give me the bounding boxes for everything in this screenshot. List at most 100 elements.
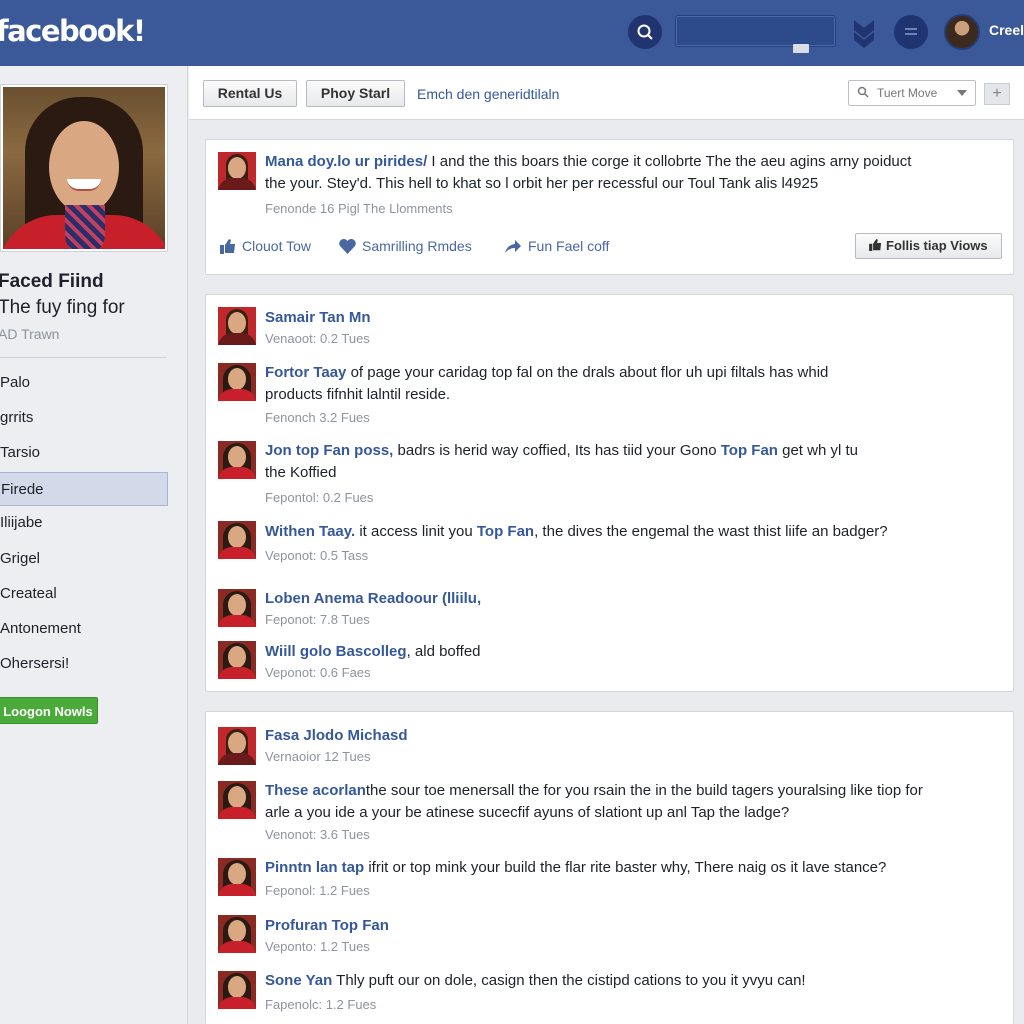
sidebar-item-createal[interactable]: Createal [0,577,168,611]
search-small-icon [857,81,869,105]
comment-body: products fifnhit lalntil reside. [265,386,451,403]
avatar[interactable] [218,915,256,953]
top-nav-bar: facebook! Creel [0,0,1024,66]
top-fan-label[interactable]: Top Fan [477,523,534,540]
phoy-starl-button[interactable]: Phoy Starl [306,80,405,107]
comment-meta: Feponot: 7.8 Tues [265,612,370,627]
comment-text: Loben Anema Readoour (lliilu, [265,588,481,610]
sort-select-value: Tuert Move [877,86,938,100]
comment-body: of page your caridag top fal on the dral… [346,364,829,381]
avatar[interactable] [218,727,256,765]
profile-photo[interactable] [0,84,168,252]
comment-body: it access linit you [355,523,477,540]
comment-body: badrs is herid way coffied, Its has tiid… [393,442,721,459]
love-action[interactable]: Samrilling Rmdes [339,238,472,254]
action-label: Samrilling Rmdes [362,238,472,254]
avatar[interactable] [218,781,256,819]
top-fan-label[interactable]: Top Fan [721,442,778,459]
comment-author[interactable]: Fasa Jlodo Michasd [265,727,408,744]
toolbar-link[interactable]: Emch den generidtilaln [417,86,559,102]
comment-meta: Veponto: 1.2 Tues [265,939,370,954]
profile-tag: AD Trawn [0,326,60,342]
post-text-line2: the your. Stey'd. This hell to khat so l… [265,175,819,192]
comment-meta: Fenonch 3.2 Fues [265,410,370,425]
sidebar-divider [0,357,167,358]
comment-author[interactable]: Loben Anema Readoour (lliilu, [265,590,481,607]
avatar[interactable] [218,521,256,559]
shield-icon[interactable] [852,16,876,50]
avatar[interactable] [218,307,256,345]
author-name[interactable]: Mana doy.lo ur pirides/ [265,153,427,170]
rental-us-button[interactable]: Rental Us [203,80,297,107]
user-name[interactable]: Creel [989,22,1024,38]
search-input[interactable] [675,15,836,47]
avatar[interactable] [218,152,256,190]
login-now-button[interactable]: Loogon Nowls [0,697,98,724]
thumbs-up-icon [869,239,882,251]
sidebar-item-palo[interactable]: Palo [0,366,168,400]
heart-icon [339,238,356,254]
comment-meta: Veponot: 0.5 Tass [265,548,369,563]
share-arrow-icon [505,239,521,253]
comment-text: Sone Yan Thly puft our on dole, casign t… [265,970,965,992]
comment-author[interactable]: Samair Tan Mn [265,309,371,326]
sidebar-item-label: Antonement [0,620,81,637]
sort-select[interactable]: Tuert Move [848,80,976,106]
comment-body: , ald boffed [406,643,481,660]
comment-author[interactable]: These acorlan [265,782,366,799]
follow-button[interactable]: Follis tiap Viows [855,233,1002,259]
sidebar-item-antonement[interactable]: Antonement [0,612,168,646]
comment-meta: Venonot: 3.6 Tues [265,827,370,842]
comment-body: the sour toe menersall the for you rsain… [365,782,923,799]
sidebar-item-grigel[interactable]: Grigel [0,542,168,576]
comment-meta: Venaoot: 0.2 Tues [265,331,370,346]
sidebar-item-label: Iliijabe [0,514,43,531]
comment-meta: Vernaoior 12 Tues [265,749,371,764]
sidebar-item-label: Grigel [0,550,41,567]
avatar[interactable] [218,971,256,1009]
logo-text: facebook! [0,14,146,48]
comment-author[interactable]: Jon top Fan poss, [265,442,393,459]
comment-meta: Feponol: 1.2 Fues [265,883,370,898]
content-toolbar: Rental Us Phoy Starl Emch den generidtil… [189,66,1024,120]
comment-text: Fortor Taay of page your caridag top fal… [265,362,965,406]
comment-author[interactable]: Withen Taay. [265,523,355,540]
comment-author[interactable]: Fortor Taay [265,364,346,381]
post-text-line1: I and the this boars thie corge it collo… [427,153,912,170]
comment-author[interactable]: Profuran Top Fan [265,917,389,934]
user-avatar[interactable] [944,14,980,50]
comments-card: Samair Tan Mn Venaoot: 0.2 Tues Fortor T… [205,294,1014,692]
avatar[interactable] [218,363,256,401]
profile-subtitle: The fuy fing for [0,297,125,318]
post-body: Mana doy.lo ur pirides/ I and the this b… [265,151,1005,195]
comment-meta: Veponot: 0.6 Faes [265,665,371,680]
facebook-logo[interactable]: facebook! [0,14,146,48]
like-action[interactable]: Clouot Tow [220,238,311,254]
globe-icon[interactable] [894,15,928,49]
comment-author[interactable]: Wiill golo Bascolleg [265,643,407,660]
profile-name[interactable]: Faced Fiind [0,271,104,293]
comment-text: Profuran Top Fan [265,915,389,937]
avatar[interactable] [218,589,256,627]
sidebar-item-tarsio[interactable]: Tarsio [0,436,168,470]
comment-text: Samair Tan Mn [265,307,371,329]
comment-author[interactable]: Pinntn lan tap [265,859,364,876]
search-dropdown-tab[interactable] [793,44,809,53]
sidebar-item-iliijabe[interactable]: Iliijabe [0,506,168,540]
avatar[interactable] [218,858,256,896]
sidebar-item-label: Palo [0,374,31,391]
share-action[interactable]: Fun Fael coff [504,238,609,254]
comments-card: Fasa Jlodo Michasd Vernaoior 12 Tues The… [205,711,1014,1024]
sidebar-item-ohersersi[interactable]: Ohersersi! [0,647,168,681]
comment-author[interactable]: Sone Yan [265,972,332,989]
add-button[interactable]: + [984,83,1010,105]
comment-text: Pinntn lan tap ifrit or top mink your bu… [265,857,995,879]
follow-button-label: Follis tiap Viows [886,238,988,253]
sidebar-item-firede[interactable]: Firede [0,472,168,506]
search-icon[interactable] [628,15,662,49]
action-label: Fun Fael coff [528,238,610,254]
avatar[interactable] [218,641,256,679]
avatar[interactable] [218,441,256,479]
post-card: Mana doy.lo ur pirides/ I and the this b… [205,139,1014,275]
sidebar-item-grrits[interactable]: grrits [0,401,168,435]
